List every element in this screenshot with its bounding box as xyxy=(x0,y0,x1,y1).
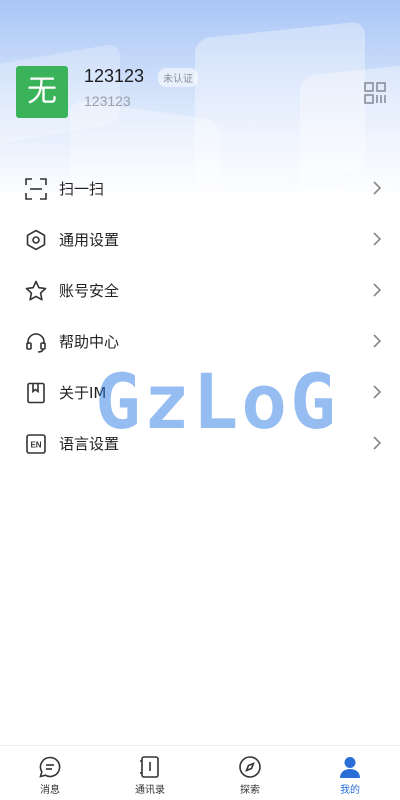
chevron-right-icon xyxy=(373,436,382,450)
scan-icon xyxy=(25,178,47,200)
user-name: 123123 xyxy=(84,66,145,86)
chevron-right-icon xyxy=(373,232,382,246)
tab-label: 消息 xyxy=(40,785,60,796)
tab-label: 通讯录 xyxy=(135,785,165,796)
tab-me[interactable]: 我的 xyxy=(300,746,400,800)
tab-explore[interactable]: 探索 xyxy=(200,746,300,800)
contacts-icon xyxy=(140,756,159,778)
language-en-icon: EN xyxy=(26,434,46,454)
book-icon xyxy=(27,382,45,404)
tab-contacts[interactable]: 通讯录 xyxy=(100,746,200,800)
star-icon xyxy=(25,280,47,301)
compass-icon xyxy=(239,756,261,778)
menu-item-label: 扫一扫 xyxy=(59,180,105,198)
settings-icon xyxy=(26,229,46,251)
menu-item-label: 账号安全 xyxy=(59,282,120,300)
chevron-right-icon xyxy=(373,334,382,348)
headset-icon xyxy=(26,333,46,353)
qr-code-icon[interactable] xyxy=(364,82,386,104)
chevron-right-icon xyxy=(373,385,382,399)
chat-icon xyxy=(39,756,61,778)
tab-label: 我的 xyxy=(340,785,360,796)
tab-messages[interactable]: 消息 xyxy=(0,746,100,800)
svg-text:EN: EN xyxy=(30,441,41,450)
menu-item-account-security[interactable]: 账号安全 xyxy=(0,265,400,316)
user-icon xyxy=(340,757,360,778)
user-id: 123123 xyxy=(84,93,131,109)
profile-card[interactable]: 无 123123 未认证 123123 xyxy=(16,66,386,118)
tab-label: 探索 xyxy=(240,785,260,796)
watermark: GzLoG xyxy=(95,357,339,446)
bottom-tab-bar: 消息 通讯录 探索 我的 xyxy=(0,745,400,800)
menu-item-label: 通用设置 xyxy=(59,231,120,249)
menu-item-label: 帮助中心 xyxy=(59,333,120,351)
avatar[interactable]: 无 xyxy=(16,66,68,118)
chevron-right-icon xyxy=(373,181,382,195)
menu-item-general-settings[interactable]: 通用设置 xyxy=(0,214,400,265)
verification-badge: 未认证 xyxy=(158,68,198,87)
menu-item-scan[interactable]: 扫一扫 xyxy=(0,163,400,214)
chevron-right-icon xyxy=(373,283,382,297)
